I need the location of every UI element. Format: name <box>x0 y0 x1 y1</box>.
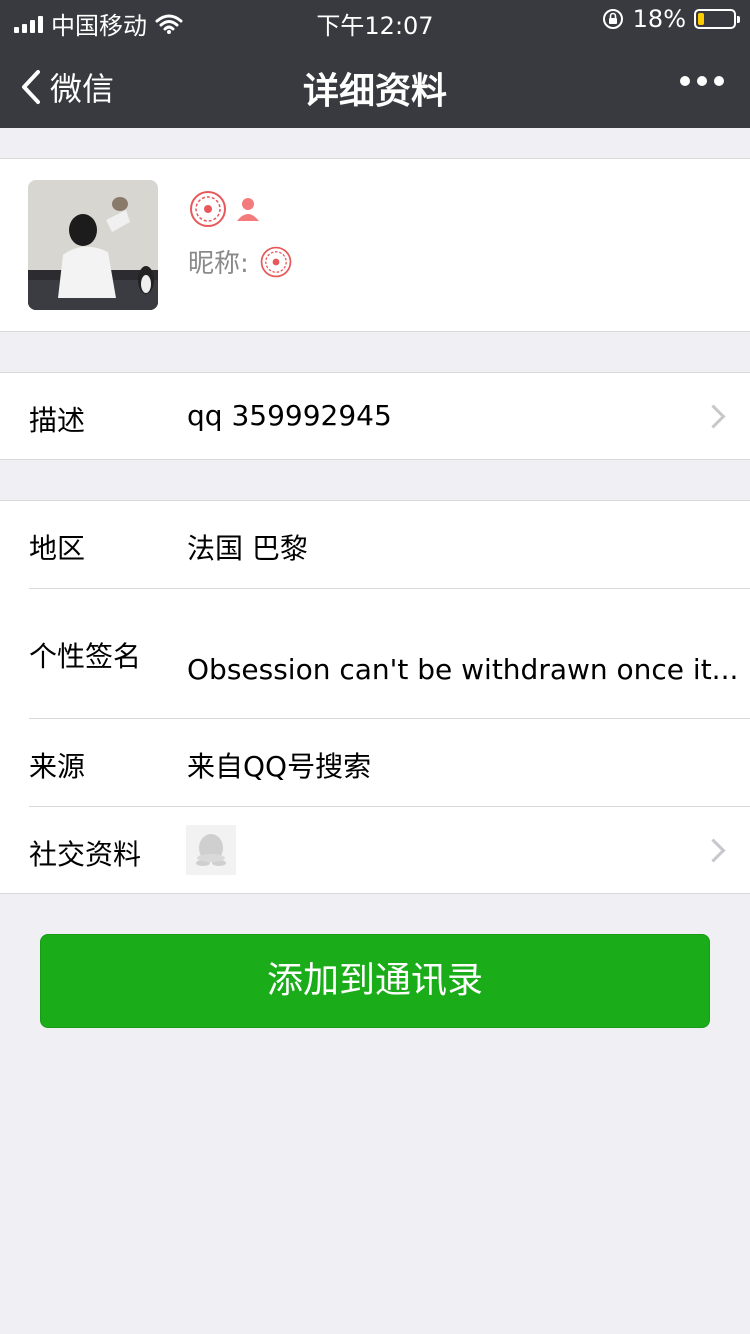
description-label: 描述 <box>29 404 86 437</box>
profile-badges <box>188 189 262 229</box>
source-value: 来自QQ号搜索 <box>187 750 372 783</box>
region-label: 地区 <box>29 532 86 565</box>
region-value: 法国 巴黎 <box>187 532 308 565</box>
social-label: 社交资料 <box>29 838 142 871</box>
signature-value: Obsession can't be withdrawn once it... <box>187 653 739 686</box>
description-value: qq 359992945 <box>187 399 392 432</box>
chevron-right-icon <box>701 838 726 863</box>
avatar[interactable] <box>28 180 158 310</box>
dot-icon <box>697 76 707 86</box>
qq-penguin-icon <box>186 825 236 875</box>
sakura-emblem-icon <box>260 246 292 277</box>
status-bar: 中国移动 下午12:07 18% <box>0 0 750 40</box>
signature-label: 个性签名 <box>29 640 142 673</box>
status-right: 18% <box>601 5 740 33</box>
page-title: 详细资料 <box>302 71 447 112</box>
list-item-signature: 个性签名 Obsession can't be withdrawn once i… <box>0 589 750 718</box>
nickname-row: 昵称: <box>188 243 293 280</box>
dot-icon <box>714 76 724 86</box>
chevron-right-icon <box>701 404 726 429</box>
nav-bar: 微信 详细资料 <box>0 40 750 128</box>
sakura-emblem-icon <box>190 191 226 227</box>
more-button[interactable] <box>680 76 724 86</box>
female-icon <box>237 198 259 221</box>
details-section: 地区 法国 巴黎 个性签名 Obsession can't be withdra… <box>0 500 750 894</box>
battery-percent: 18% <box>632 5 686 33</box>
nickname-label: 昵称: <box>188 249 249 279</box>
add-to-contacts-button[interactable]: 添加到通讯录 <box>40 934 710 1028</box>
profile-card: 昵称: <box>0 158 750 332</box>
source-label: 来源 <box>29 750 86 783</box>
description-section[interactable]: 描述 qq 359992945 <box>0 372 750 460</box>
rotation-lock-icon <box>602 9 623 29</box>
list-item-social[interactable]: 社交资料 <box>0 807 750 893</box>
list-item-source: 来源 来自QQ号搜索 <box>0 719 750 806</box>
battery-icon <box>694 9 740 29</box>
list-item-region: 地区 法国 巴黎 <box>0 501 750 588</box>
dot-icon <box>680 76 690 86</box>
